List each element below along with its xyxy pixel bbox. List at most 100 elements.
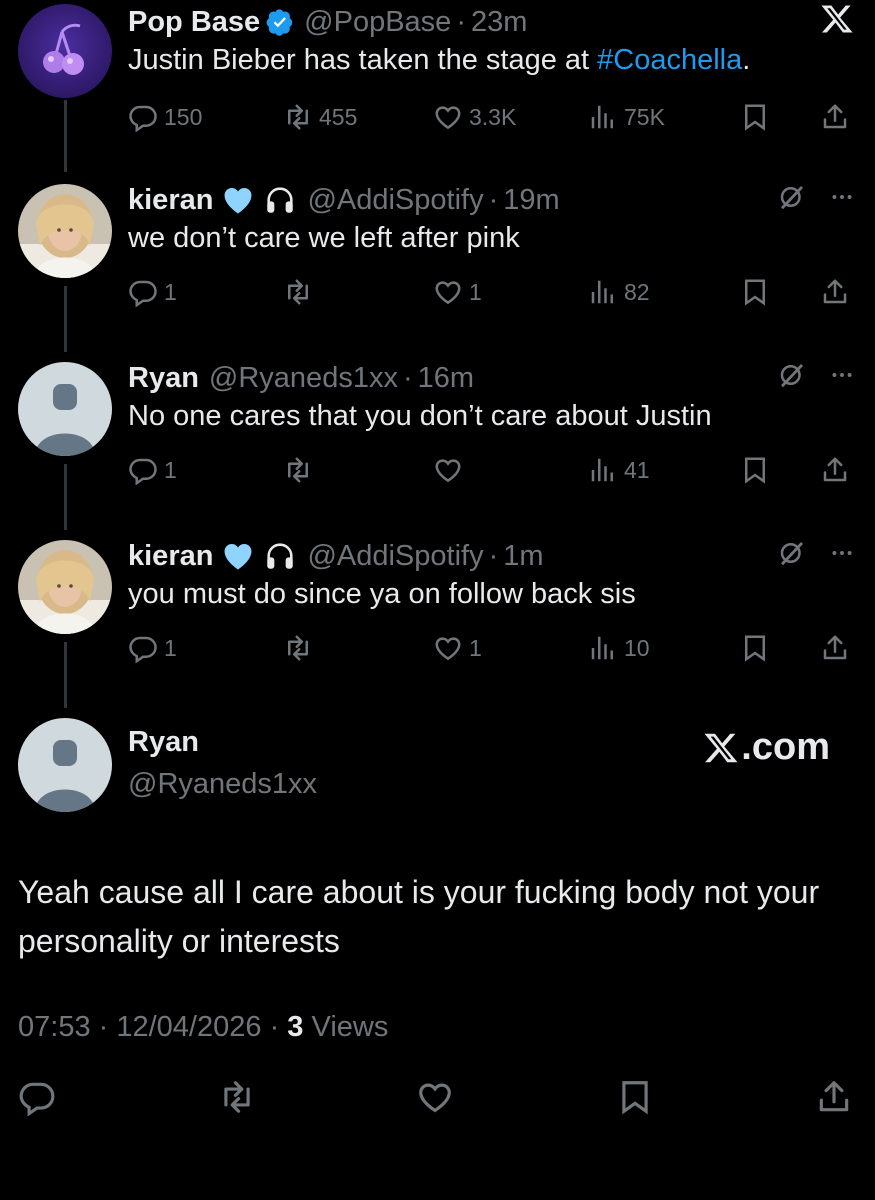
share-button[interactable] [815,1078,853,1116]
reply-button[interactable]: 1 [128,455,177,485]
views-total: 3 [287,1011,304,1043]
like-button[interactable] [433,455,469,485]
timestamp[interactable]: 23m [471,6,527,39]
share-button[interactable] [820,633,850,663]
bookmark-button[interactable] [740,633,770,663]
grok-icon[interactable] [777,538,807,568]
display-name[interactable]: Pop Base [128,6,260,39]
headphones-icon [263,539,297,573]
x-logo-icon[interactable] [819,2,855,36]
like-button[interactable]: 3.3K [433,102,516,132]
views-count: 82 [624,278,650,305]
share-button[interactable] [820,455,850,485]
reply-icon [128,102,158,132]
share-button[interactable] [820,102,850,132]
verified-badge-icon [266,8,294,36]
repost-icon [283,102,313,132]
avatar[interactable] [18,718,112,812]
separator-dot: · [488,539,499,572]
views-icon [588,277,618,307]
more-icon[interactable] [829,184,855,210]
views-count: 10 [624,634,650,661]
light-blue-heart-icon [221,183,255,217]
share-icon [820,633,850,663]
separator-dot: · [261,1011,288,1043]
share-icon [820,102,850,132]
repost-count: 455 [319,103,358,130]
hashtag-link[interactable]: #Coachella [597,44,742,76]
bookmark-button[interactable] [740,455,770,485]
like-count: 3.3K [469,103,517,130]
like-button[interactable]: 1 [433,277,482,307]
views-button[interactable]: 75K [588,102,665,132]
avatar[interactable] [18,540,112,634]
reply-icon [128,633,158,663]
thread-line [64,642,67,708]
like-count: 1 [469,634,482,661]
like-button[interactable] [416,1078,454,1116]
tweet-text-end: . [742,44,751,76]
share-button[interactable] [820,277,850,307]
like-icon [433,633,463,663]
handle[interactable]: @Ryaneds1xx [128,768,317,801]
display-name[interactable]: Ryan [128,362,199,395]
tweet-corner-actions [777,182,855,212]
repost-button[interactable]: 455 [283,102,357,132]
share-icon [820,277,850,307]
repost-button[interactable] [283,455,319,485]
repost-button[interactable] [283,277,319,307]
handle[interactable]: @AddiSpotify [307,540,483,573]
views-button[interactable]: 41 [588,455,650,485]
bookmark-button[interactable] [616,1078,654,1116]
display-name[interactable]: Ryan [128,726,199,759]
reply-count: 1 [164,278,177,305]
like-icon [433,277,463,307]
bookmark-button[interactable] [740,277,770,307]
display-name[interactable]: kieran [128,540,213,573]
bookmark-icon [740,633,770,663]
main-action-bar [0,1078,875,1122]
views-icon [588,455,618,485]
more-icon[interactable] [829,362,855,388]
repost-button[interactable] [218,1078,256,1116]
reply-button[interactable]: 150 [128,102,202,132]
xcom-brand: .com [702,726,830,769]
handle[interactable]: @Ryaneds1xx [209,362,398,395]
avatar[interactable] [18,4,112,98]
views-button[interactable]: 10 [588,633,650,663]
reply-count: 1 [164,634,177,661]
post-date[interactable]: 12/04/2026 [116,1011,261,1043]
reply-button[interactable] [18,1078,56,1116]
timestamp[interactable]: 16m [418,362,474,395]
brand-text: .com [741,726,830,768]
handle[interactable]: @PopBase [304,6,451,39]
views-button[interactable]: 82 [588,277,650,307]
display-name[interactable]: kieran [128,184,213,217]
like-icon [419,1083,451,1113]
post-time[interactable]: 07:53 [18,1011,91,1043]
tweet-text-part: Justin Bieber has taken the stage at [128,44,598,76]
tweet-header: Pop Base @PopBase · 23m [128,2,527,42]
views-count: 41 [624,456,650,483]
headphones-icon [263,183,297,217]
bookmark-icon [740,277,770,307]
grok-icon[interactable] [777,182,807,212]
tweet-text: we don’t care we left after pink [128,222,520,254]
repost-button[interactable] [283,633,319,663]
separator-dot: · [456,5,466,38]
reply-button[interactable]: 1 [128,633,177,663]
handle[interactable]: @AddiSpotify [307,184,483,217]
bookmark-button[interactable] [740,102,770,132]
repost-icon [224,1081,250,1113]
timestamp[interactable]: 19m [503,184,559,217]
more-icon[interactable] [829,540,855,566]
like-button[interactable]: 1 [433,633,482,663]
timestamp[interactable]: 1m [503,540,543,573]
avatar[interactable] [18,184,112,278]
reply-button[interactable]: 1 [128,277,177,307]
separator-dot: · [90,1011,117,1043]
bookmark-icon [622,1081,648,1115]
avatar[interactable] [18,362,112,456]
grok-icon[interactable] [777,360,807,390]
action-bar: 1 41 [128,455,858,491]
